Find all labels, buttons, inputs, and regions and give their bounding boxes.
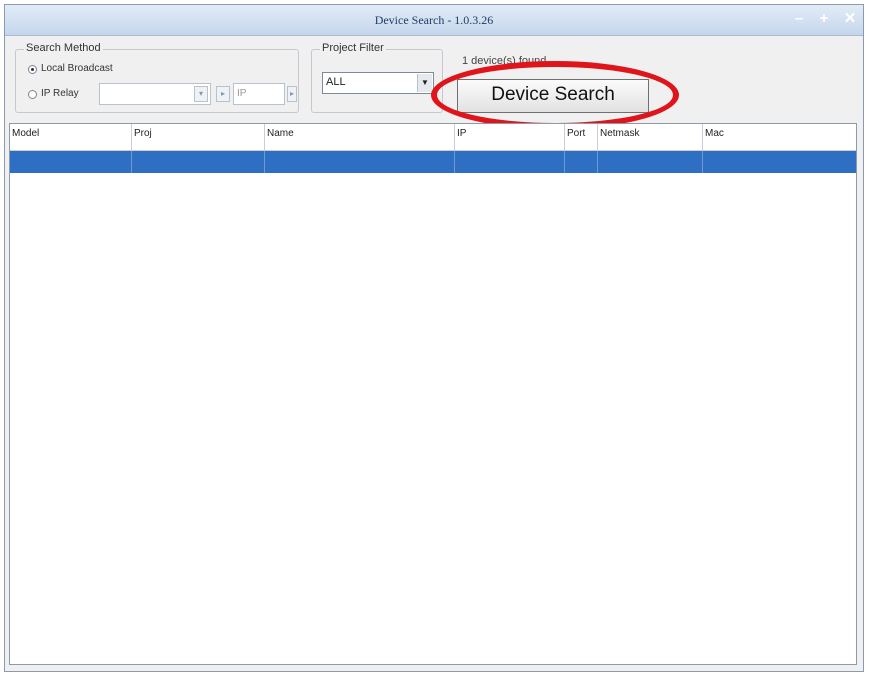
table-row[interactable]	[10, 151, 856, 173]
column-port[interactable]: Port	[565, 124, 598, 150]
local-broadcast-label: Local Broadcast	[41, 63, 113, 74]
relay-port-input[interactable]: IP	[233, 83, 285, 105]
cell-proj	[132, 151, 265, 173]
chevron-down-icon[interactable]: ▼	[417, 74, 432, 92]
ip-options-icon[interactable]: ▸	[216, 86, 230, 102]
cell-mac	[703, 151, 856, 173]
device-search-window: Device Search - 1.0.3.26 – + ✕ Search Me…	[4, 4, 864, 672]
column-name[interactable]: Name	[265, 124, 455, 150]
search-method-group: Search Method Local Broadcast IP Relay ▾…	[15, 42, 299, 113]
cell-port	[565, 151, 598, 173]
search-method-legend: Search Method	[24, 42, 103, 54]
column-mac[interactable]: Mac	[703, 124, 856, 150]
column-ip[interactable]: IP	[455, 124, 565, 150]
ip-relay-radio[interactable]	[28, 90, 37, 99]
column-netmask[interactable]: Netmask	[598, 124, 703, 150]
port-spin-icon[interactable]: ▸	[287, 86, 297, 102]
highlight-circle	[431, 61, 679, 129]
minimize-button[interactable]: –	[790, 11, 808, 27]
device-table[interactable]: Model Proj Name IP Port Netmask Mac	[9, 123, 857, 665]
column-model[interactable]: Model	[10, 124, 132, 150]
table-header: Model Proj Name IP Port Netmask Mac	[10, 124, 856, 151]
project-filter-legend: Project Filter	[320, 42, 386, 54]
close-button[interactable]: ✕	[841, 11, 859, 27]
project-filter-select[interactable]: ALL ▼	[322, 72, 434, 94]
local-broadcast-radio[interactable]	[28, 65, 37, 74]
ip-relay-label: IP Relay	[41, 88, 79, 99]
title-bar[interactable]: Device Search - 1.0.3.26 – + ✕	[5, 5, 863, 36]
cell-model	[10, 151, 132, 173]
cell-ip	[455, 151, 565, 173]
maximize-button[interactable]: +	[815, 11, 833, 27]
project-filter-group: Project Filter ALL ▼	[311, 42, 443, 113]
ip-dropdown-icon[interactable]: ▾	[194, 86, 208, 102]
cell-name	[265, 151, 455, 173]
window-title: Device Search - 1.0.3.26	[374, 13, 494, 27]
project-filter-value: ALL	[326, 76, 346, 88]
column-proj[interactable]: Proj	[132, 124, 265, 150]
cell-netmask	[598, 151, 703, 173]
